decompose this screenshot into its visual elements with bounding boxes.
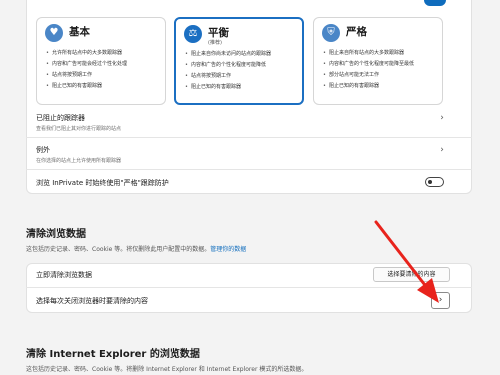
inprivate-strict-toggle[interactable] <box>425 177 444 187</box>
mode-bullet: 站点将按预期工作 <box>185 71 305 82</box>
blocked-trackers-desc: 查看我们已阻止其对你进行跟踪的站点 <box>36 126 122 132</box>
mode-title: 基本 <box>69 26 90 38</box>
clear-now-label: 立即清除浏览数据 <box>36 271 92 279</box>
mode-bullet: 阻止已知的有害跟踪器 <box>323 81 443 92</box>
mode-title: 平衡 <box>208 27 229 39</box>
mode-bullet: 内容和广告可能会经过个性化处理 <box>46 59 166 70</box>
scale-icon: ⚖ <box>184 25 202 43</box>
mode-bullet: 阻止来自你尚未访问的站点的跟踪器 <box>185 49 305 60</box>
mode-title: 严格 <box>346 26 367 38</box>
chevron-right-icon[interactable]: › <box>431 292 450 309</box>
clear-data-desc-text: 这包括历史记录、密码、Cookie 等。将仅删除此用户配置中的数据。 <box>26 246 211 253</box>
chevron-right-icon[interactable]: › <box>438 113 446 123</box>
choose-what-to-clear-button[interactable]: 选择要清除的内容 <box>373 267 450 282</box>
clear-data-heading: 清除浏览数据 <box>26 229 86 240</box>
mode-subtitle: (推荐) <box>208 40 222 46</box>
blocked-trackers-title[interactable]: 已阻止的跟踪器 <box>36 113 85 123</box>
inprivate-strict-label: 浏览 InPrivate 时始终使用"严格"跟踪防护 <box>36 179 169 187</box>
shield-icon: ⛨ <box>322 24 340 42</box>
clear-data-desc: 这包括历史记录、密码、Cookie 等。将仅删除此用户配置中的数据。管理你的数据 <box>26 244 246 253</box>
exceptions-desc: 在你选择的站点上允许使用所有跟踪器 <box>36 158 122 164</box>
mode-bullets: 阻止来自你尚未访问的站点的跟踪器 内容和广告的个性化程度可能降低 站点将按预期工… <box>185 49 305 93</box>
mode-card-basic[interactable]: ♥ 基本 允许所有站点中的大多数跟踪器 内容和广告可能会经过个性化处理 站点将按… <box>36 17 166 105</box>
mode-bullet: 阻止来自所有站点的大多数跟踪器 <box>323 48 443 59</box>
heart-icon: ♥ <box>45 24 63 42</box>
clear-ie-heading: 清除 Internet Explorer 的浏览数据 <box>26 349 200 360</box>
mode-bullet: 内容和广告的个性化程度可能降低 <box>185 60 305 71</box>
chevron-right-icon[interactable]: › <box>438 145 446 155</box>
manage-data-link[interactable]: 管理你的数据 <box>210 246 246 253</box>
mode-bullet: 内容和广告的个性化程度可能降至最低 <box>323 59 443 70</box>
mode-bullets: 阻止来自所有站点的大多数跟踪器 内容和广告的个性化程度可能降至最低 部分站点可能… <box>323 48 443 92</box>
tracking-prevention-toggle[interactable] <box>424 0 446 6</box>
mode-bullet: 允许所有站点中的大多数跟踪器 <box>46 48 166 59</box>
exceptions-title[interactable]: 例外 <box>36 145 50 155</box>
mode-bullet: 阻止已知的有害跟踪器 <box>185 82 305 93</box>
clear-on-close-label[interactable]: 选择每次关闭浏览器时要清除的内容 <box>36 296 148 306</box>
mode-bullet: 部分站点可能无法工作 <box>323 70 443 81</box>
divider <box>26 169 472 170</box>
divider <box>26 287 472 288</box>
clear-ie-desc: 这包括历史记录、密码、Cookie 等。将删除 Internet Explore… <box>26 366 308 373</box>
mode-card-balanced[interactable]: ⚖ 平衡 (推荐) 阻止来自你尚未访问的站点的跟踪器 内容和广告的个性化程度可能… <box>174 17 304 105</box>
mode-bullets: 允许所有站点中的大多数跟踪器 内容和广告可能会经过个性化处理 站点将按预期工作 … <box>46 48 166 92</box>
mode-bullet: 站点将按预期工作 <box>46 70 166 81</box>
mode-bullet: 阻止已知的有害跟踪器 <box>46 81 166 92</box>
divider <box>26 137 472 138</box>
mode-card-strict[interactable]: ⛨ 严格 阻止来自所有站点的大多数跟踪器 内容和广告的个性化程度可能降至最低 部… <box>313 17 443 105</box>
